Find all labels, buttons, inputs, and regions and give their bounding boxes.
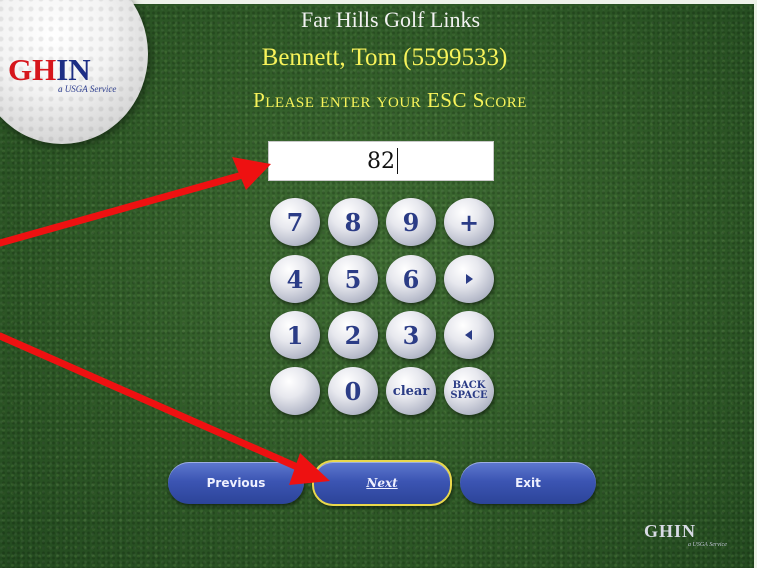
footer-usga-label: a USGA Service <box>688 542 727 548</box>
key-6[interactable]: 6 <box>386 255 436 303</box>
key-4[interactable]: 4 <box>270 255 320 303</box>
arrow-to-input <box>0 170 250 247</box>
player-name: Bennett, Tom (5599533) <box>261 44 508 71</box>
key-3[interactable]: 3 <box>386 311 436 359</box>
score-prompt: Please enter your ESC Score <box>253 88 527 112</box>
arrow-to-next <box>0 332 308 474</box>
key-5[interactable]: 5 <box>328 255 378 303</box>
key-7[interactable]: 7 <box>270 198 320 246</box>
key-clear[interactable]: clear <box>386 367 436 415</box>
play-right-icon <box>466 274 473 284</box>
key-1[interactable]: 1 <box>270 311 320 359</box>
key-plus[interactable]: + <box>444 198 494 246</box>
exit-button[interactable]: Exit <box>460 462 596 504</box>
key-backspace[interactable]: BACK SPACE <box>444 367 494 415</box>
footer-ghin-logo: GHIN <box>644 521 697 541</box>
key-blank[interactable] <box>270 367 320 415</box>
key-0[interactable]: 0 <box>328 367 378 415</box>
score-input[interactable] <box>268 141 494 181</box>
previous-button[interactable]: Previous <box>168 462 304 504</box>
key-cursor-left[interactable] <box>444 311 494 359</box>
key-2[interactable]: 2 <box>328 311 378 359</box>
course-title: Far Hills Golf Links <box>300 7 481 32</box>
key-cursor-right[interactable] <box>444 255 494 303</box>
text-caret <box>397 148 398 174</box>
kiosk-screen: GHIN a USGA Service Far Hills Golf Links… <box>0 0 757 568</box>
key-9[interactable]: 9 <box>386 198 436 246</box>
arrow-to-input-head <box>232 157 271 190</box>
next-button[interactable]: Next <box>312 460 452 506</box>
key-8[interactable]: 8 <box>328 198 378 246</box>
play-left-icon <box>465 330 472 340</box>
